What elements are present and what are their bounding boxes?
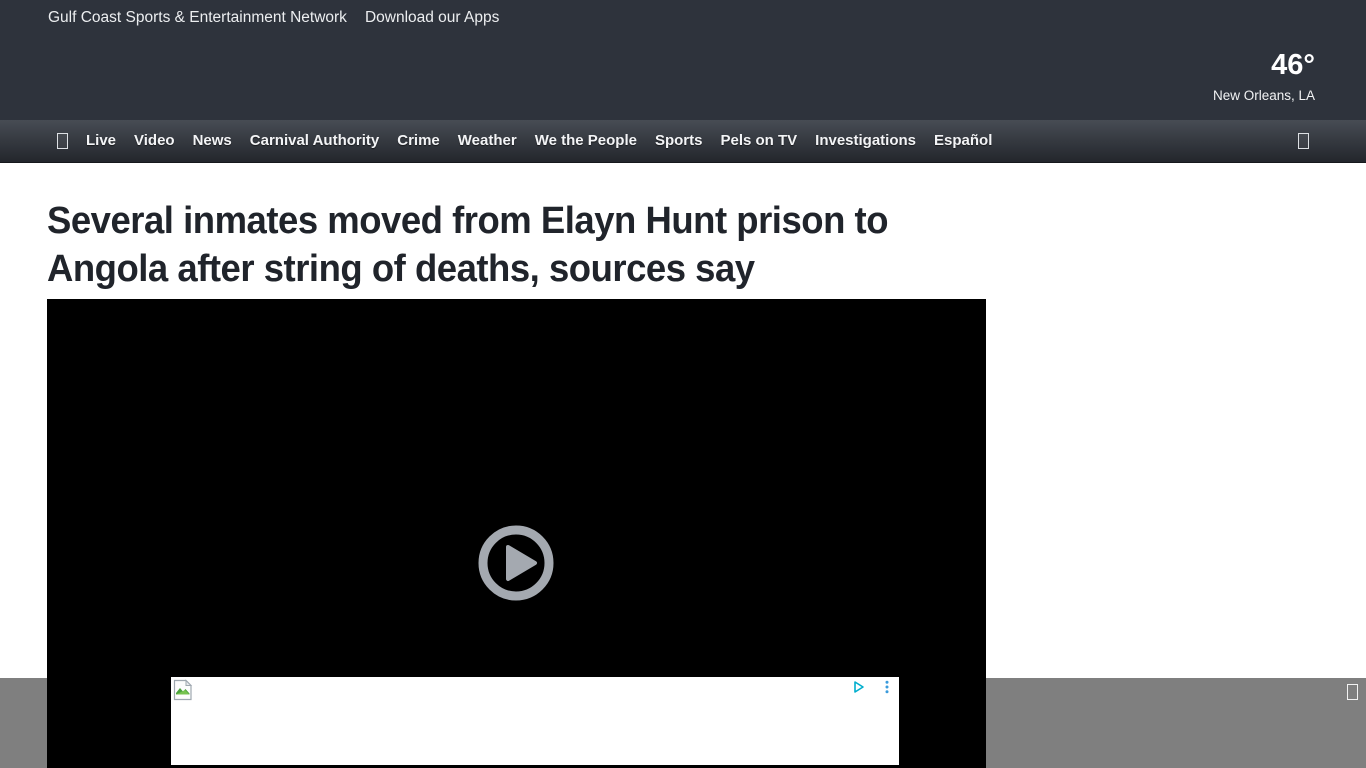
site-header: Gulf Coast Sports & Entertainment Networ… bbox=[0, 0, 1366, 120]
nav-item-investigations[interactable]: Investigations bbox=[815, 132, 916, 149]
nav-item-live[interactable]: Live bbox=[86, 132, 116, 149]
nav-item-weather[interactable]: Weather bbox=[458, 132, 517, 149]
ad-menu-dots-icon[interactable] bbox=[884, 680, 890, 694]
video-ad-overlay[interactable] bbox=[171, 677, 899, 765]
video-player[interactable] bbox=[47, 299, 986, 768]
nav-item-video[interactable]: Video bbox=[134, 132, 175, 149]
search-icon[interactable] bbox=[1298, 133, 1309, 149]
adchoices-icon[interactable] bbox=[852, 680, 866, 694]
headline-line-2: Angola after string of deaths, sources s… bbox=[47, 245, 997, 293]
nav-item-news[interactable]: News bbox=[193, 132, 232, 149]
weather-widget[interactable]: 46° New Orleans, LA bbox=[1213, 48, 1315, 103]
headline-line-1: Several inmates moved from Elayn Hunt pr… bbox=[47, 197, 997, 245]
weather-location: New Orleans, LA bbox=[1213, 88, 1315, 103]
nav-item-we-the-people[interactable]: We the People bbox=[535, 132, 637, 149]
network-link[interactable]: Gulf Coast Sports & Entertainment Networ… bbox=[48, 8, 347, 28]
download-apps-link[interactable]: Download our Apps bbox=[365, 8, 499, 28]
article-headline: Several inmates moved from Elayn Hunt pr… bbox=[47, 197, 997, 293]
nav-item-pels-on-tv[interactable]: Pels on TV bbox=[720, 132, 797, 149]
home-icon[interactable] bbox=[57, 133, 68, 149]
nav-item-sports[interactable]: Sports bbox=[655, 132, 703, 149]
play-icon[interactable] bbox=[476, 523, 556, 603]
nav-item-crime[interactable]: Crime bbox=[397, 132, 440, 149]
broken-image-icon bbox=[173, 679, 193, 701]
nav-item-espanol[interactable]: Español bbox=[934, 132, 992, 149]
main-nav: Live Video News Carnival Authority Crime… bbox=[0, 120, 1366, 163]
nav-item-carnival-authority[interactable]: Carnival Authority bbox=[250, 132, 379, 149]
bottom-bar-widget-icon[interactable] bbox=[1347, 684, 1358, 700]
weather-temperature: 46° bbox=[1213, 48, 1315, 82]
nav-list: Live Video News Carnival Authority Crime… bbox=[86, 132, 992, 150]
topbar: Gulf Coast Sports & Entertainment Networ… bbox=[0, 0, 1366, 28]
